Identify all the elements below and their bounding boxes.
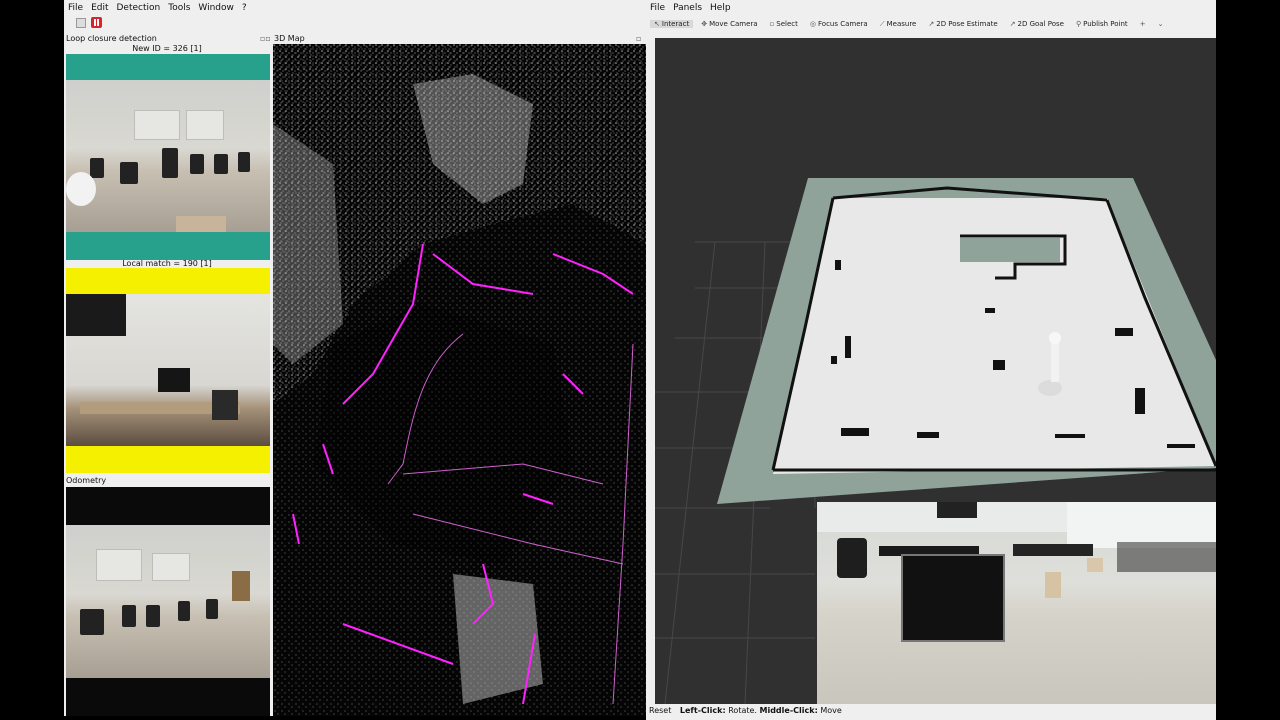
rviz-menu-help[interactable]: Help	[706, 3, 735, 13]
publish-point-icon: ⚲	[1075, 20, 1082, 28]
select-icon: ▫	[769, 20, 775, 28]
odometry-frame	[66, 487, 270, 716]
rviz-3d-view[interactable]	[655, 38, 1216, 704]
new-id-label: New ID = 326 [1]	[132, 44, 202, 53]
rotate-hint: Rotate.	[728, 706, 757, 715]
map3d-view[interactable]	[273, 44, 646, 716]
right-menubar: File Panels Help	[646, 0, 1216, 16]
local-match-image	[66, 294, 270, 446]
local-match-label: Local match = 190 [1]	[122, 259, 212, 268]
menu-window[interactable]: Window	[194, 3, 238, 13]
tool-2d-goal-pose[interactable]: ↗ 2D Goal Pose	[1006, 20, 1068, 28]
local-match-frame	[66, 268, 270, 473]
loop-closure-title: Loop closure detection	[66, 34, 157, 43]
cursor-icon: ↖	[654, 20, 660, 28]
pose-estimate-icon: ↗	[928, 20, 935, 28]
refresh-icon[interactable]	[76, 18, 86, 28]
left-menubar: File Edit Detection Tools Window ?	[64, 0, 646, 16]
tool-measure[interactable]: ⟋ Measure	[876, 20, 921, 29]
tool-menu-button[interactable]: ⌄	[1154, 20, 1168, 28]
rviz-menu-panels[interactable]: Panels	[669, 3, 706, 13]
rviz-status-bar: Reset Left-Click: Rotate. Middle-Click: …	[649, 706, 842, 715]
menu-edit[interactable]: Edit	[87, 3, 112, 13]
rtabmap-window: File Edit Detection Tools Window ? Loop …	[64, 0, 646, 716]
panel-float-icon[interactable]: ▫▫	[260, 34, 271, 43]
new-id-image	[66, 80, 270, 232]
point-cloud	[273, 44, 646, 716]
rviz-window: File Panels Help ↖ Interact ✥ Move Camera …	[646, 0, 1216, 720]
tool-publish-point[interactable]: ⚲ Publish Point	[1072, 20, 1132, 28]
focus-camera-icon: ◎	[809, 20, 817, 28]
equipment-case	[901, 554, 1005, 642]
middle-click-hint: Middle-Click:	[759, 706, 818, 715]
odometry-title: Odometry	[66, 476, 107, 485]
left-click-hint: Left-Click:	[679, 706, 726, 715]
tool-2d-pose-estimate[interactable]: ↗ 2D Pose Estimate	[924, 20, 1001, 28]
tool-select[interactable]: ▫ Select	[766, 20, 802, 28]
rviz-menu-file[interactable]: File	[646, 3, 669, 13]
odometry-image	[66, 525, 270, 678]
menu-tools[interactable]: Tools	[164, 3, 194, 13]
menu-detection[interactable]: Detection	[113, 3, 165, 13]
new-id-frame	[66, 54, 270, 260]
tool-move-camera[interactable]: ✥ Move Camera	[697, 20, 761, 28]
move-camera-icon: ✥	[701, 20, 708, 28]
camera-overlay-image	[817, 502, 1216, 704]
map-unknown-area	[960, 238, 1060, 262]
map3d-title: 3D Map	[274, 34, 305, 43]
move-hint: Move	[820, 706, 842, 715]
tool-focus-camera[interactable]: ◎ Focus Camera	[806, 20, 872, 28]
add-tool-button[interactable]: +	[1136, 20, 1150, 28]
menu-file[interactable]: File	[64, 3, 87, 13]
goal-pose-icon: ↗	[1009, 20, 1016, 28]
tool-interact[interactable]: ↖ Interact	[650, 20, 694, 28]
pause-icon[interactable]	[91, 17, 102, 28]
chevron-down-icon: ⌄	[1157, 20, 1164, 28]
menu-help[interactable]: ?	[238, 3, 251, 13]
plus-icon: +	[1139, 20, 1146, 28]
map3d-float-icon[interactable]: ▫	[636, 34, 641, 43]
rviz-toolbar: ↖ Interact ✥ Move Camera ▫ Select ◎ Focus Ca…	[650, 17, 1167, 31]
reset-button[interactable]: Reset	[649, 706, 671, 715]
measure-icon: ⟋	[879, 19, 885, 28]
